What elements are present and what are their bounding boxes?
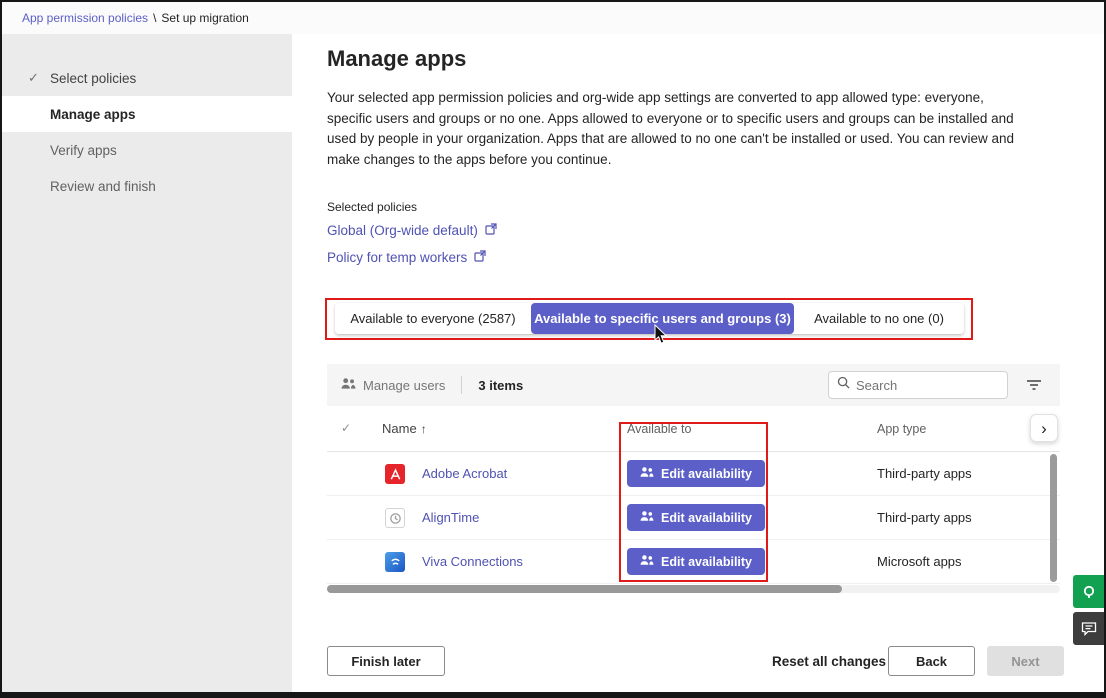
column-header-available-to: Available to [627,422,692,436]
breadcrumb-link-app-permission-policies[interactable]: App permission policies [22,11,148,25]
breadcrumb: App permission policies \ Set up migrati… [2,2,1104,34]
feedback-chat-badge-icon[interactable] [1073,612,1104,645]
edit-availability-button[interactable]: Edit availability [627,504,766,531]
sidebar-item-review-and-finish[interactable]: Review and finish [2,168,292,204]
people-icon [640,554,654,569]
external-link-icon [474,250,486,265]
set-up-migration-page: App permission policies \ Set up migrati… [0,0,1106,698]
browser-extension-badge-icon[interactable] [1073,575,1104,608]
sidebar-item-label: Review and finish [50,178,156,194]
scroll-right-button[interactable]: › [1030,414,1058,442]
search-input[interactable] [856,377,999,393]
sidebar-item-label: Verify apps [50,142,117,158]
app-type-value: Microsoft apps [877,554,962,569]
manage-users-label: Manage users [363,377,446,393]
vertical-scrollbar-thumb[interactable] [1050,454,1057,582]
mouse-cursor-icon [654,323,670,351]
app-name-link[interactable]: Viva Connections [422,554,523,569]
app-type-value: Third-party apps [877,466,972,481]
next-button[interactable]: Next [987,646,1064,676]
back-button[interactable]: Back [888,646,975,676]
sidebar-item-manage-apps[interactable]: Manage apps [2,96,292,132]
select-all-check-icon[interactable]: ✓ [341,421,351,435]
viva-connections-app-icon [385,552,405,572]
edit-availability-label: Edit availability [661,510,753,525]
app-name-link[interactable]: AlignTime [422,510,479,525]
tab-available-to-everyone[interactable]: Available to everyone (2587) [335,303,531,334]
sort-ascending-icon: ↑ [420,422,427,436]
aligntime-app-icon [385,508,405,528]
availability-tabs: Available to everyone (2587) Available t… [335,303,964,334]
search-box [828,371,1008,399]
filter-icon[interactable] [1022,373,1046,397]
main-content: Manage apps Your selected app permission… [292,34,1104,692]
app-type-value: Third-party apps [877,510,972,525]
policy-link-label: Global (Org-wide default) [327,223,478,238]
chevron-right-icon: › [1041,418,1047,438]
external-link-icon [485,223,497,238]
people-icon [640,510,654,525]
apps-table-toolbar: Manage users 3 items [327,364,1060,406]
manage-users-button[interactable]: Manage users [341,377,445,393]
sidebar-item-label: Select policies [50,70,137,86]
finish-later-button[interactable]: Finish later [327,646,445,676]
people-icon [341,377,356,393]
completed-check-icon: ✓ [28,70,39,85]
search-icon [837,376,850,394]
apps-table-header: ✓ Name ↑ Available to App type › [327,406,1060,452]
toolbar-divider [461,376,463,394]
edit-availability-button[interactable]: Edit availability [627,460,766,487]
table-row-viva-connections: Viva Connections Edit availability Micro… [327,540,1060,584]
reset-all-changes-button[interactable]: Reset all changes [772,646,886,676]
edit-availability-label: Edit availability [661,554,753,569]
policy-link-label: Policy for temp workers [327,250,468,265]
sidebar-item-select-policies[interactable]: ✓ Select policies [2,60,292,96]
sidebar-item-label: Manage apps [50,106,136,122]
page-title: Manage apps [327,46,467,71]
horizontal-scrollbar [327,585,1060,593]
app-name-link[interactable]: Adobe Acrobat [422,466,507,481]
tab-available-to-no-one[interactable]: Available to no one (0) [794,303,964,334]
page-description: Your selected app permission policies an… [327,90,1015,167]
horizontal-scrollbar-thumb[interactable] [327,585,842,593]
column-header-name[interactable]: Name ↑ [382,421,427,436]
policy-link-global-default[interactable]: Global (Org-wide default) [327,223,497,238]
breadcrumb-current-page: Set up migration [161,11,249,25]
sidebar-item-verify-apps[interactable]: Verify apps [2,132,292,168]
adobe-acrobat-app-icon [385,464,405,484]
table-row-aligntime: AlignTime Edit availability Third-party … [327,496,1060,540]
people-icon [640,466,654,481]
selected-policies-label: Selected policies [327,200,418,214]
breadcrumb-separator: \ [153,11,157,25]
wizard-steps-sidebar: ✓ Select policies Manage apps Verify app… [2,34,292,692]
policy-link-temp-workers[interactable]: Policy for temp workers [327,250,486,265]
edit-availability-button[interactable]: Edit availability [627,548,766,575]
table-row-adobe-acrobat: Adobe Acrobat Edit availability Third-pa… [327,452,1060,496]
items-count: 3 items [478,377,524,393]
edit-availability-label: Edit availability [661,466,753,481]
column-header-app-type: App type [877,422,927,436]
